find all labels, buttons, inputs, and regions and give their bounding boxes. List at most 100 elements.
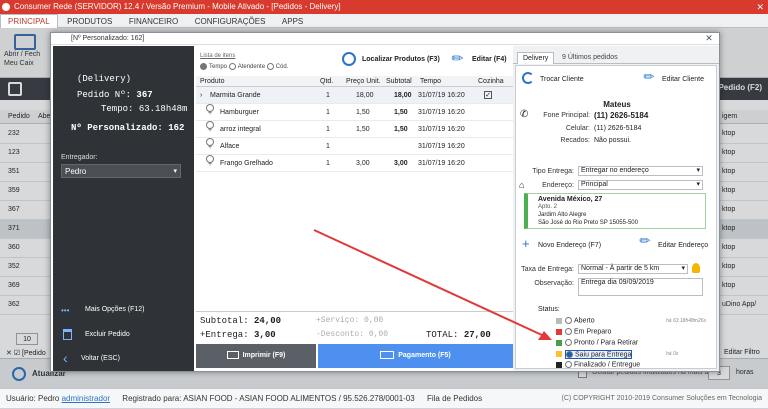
- status-user-link[interactable]: administrador: [62, 394, 110, 403]
- sort-radio-group: Tempo Atendente Cód.: [200, 63, 288, 70]
- order-number: Pedido Nº: 367: [77, 90, 153, 100]
- address-card[interactable]: Avenida México, 27 Apto. 2 Jardim Alto A…: [524, 193, 706, 229]
- items-table-header: Produto Qtd. Preço Unit. Subtotal Tempo …: [196, 76, 513, 87]
- item-name: Frango Grelhado: [220, 160, 273, 167]
- tab-delivery[interactable]: Delivery: [517, 52, 555, 64]
- item-subtotal: 1,50: [394, 126, 408, 133]
- status-radio[interactable]: Finalizado / Entregue: [565, 361, 640, 368]
- col-subtotal[interactable]: Subtotal: [386, 76, 412, 87]
- tab-ultimos-pedidos[interactable]: 9 Últimos pedidos: [557, 53, 623, 64]
- kitchen-checkbox[interactable]: ✓: [484, 91, 492, 99]
- col-cozinha[interactable]: Cozinha: [478, 76, 504, 87]
- payment-button[interactable]: Pagamento (F5): [318, 344, 513, 368]
- status-option[interactable]: Saiu para Entrega há 0s: [516, 349, 718, 360]
- status-radio[interactable]: Em Preparo: [565, 328, 611, 335]
- edit-item-button[interactable]: Editar (F4): [472, 56, 507, 63]
- moto-icon[interactable]: [692, 263, 700, 273]
- item-name: Marmita Grande: [210, 92, 261, 99]
- item-row[interactable]: + arroz integral 1 1,50 1,50 31/07/19 16:20: [196, 121, 513, 138]
- item-unit-price: 1,50: [356, 126, 370, 133]
- observation-field[interactable]: Entrega dia 09/09/2019: [578, 278, 703, 296]
- col-preco[interactable]: Preço Unit.: [346, 76, 381, 87]
- item-subtotal: 18,00: [394, 92, 412, 99]
- item-name: Hamburguer: [220, 109, 259, 116]
- col-qtd[interactable]: Qtd.: [320, 76, 333, 87]
- app-title: Consumer Rede (SERVIDOR) 12.4 / Versão P…: [14, 2, 341, 11]
- item-name: arroz integral: [220, 126, 261, 133]
- flag-icon: [556, 340, 562, 346]
- print-button[interactable]: Imprimir (F9): [196, 344, 316, 368]
- status-option[interactable]: Pronto / Para Retirar: [516, 338, 718, 349]
- status-queue[interactable]: Fila de Pedidos: [427, 394, 482, 403]
- address-line-1: Avenida México, 27: [538, 196, 603, 203]
- pencil-icon: ✎: [447, 48, 468, 68]
- chevron-down-icon: ▾: [681, 265, 685, 272]
- menu-produtos[interactable]: PRODUTOS: [60, 15, 119, 29]
- window-close-icon[interactable]: ✕: [756, 0, 764, 14]
- address-line-2: Apto. 2: [538, 204, 558, 210]
- flag-icon: [556, 362, 562, 368]
- item-qty: 1: [326, 126, 330, 133]
- status-option[interactable]: Aberto há 63.18h48m26s: [516, 316, 718, 327]
- col-tempo[interactable]: Tempo: [420, 76, 441, 87]
- status-radio[interactable]: Pronto / Para Retirar: [565, 339, 638, 346]
- edit-client-icon: ✎: [639, 67, 659, 86]
- item-unit-price: 3,00: [356, 160, 370, 167]
- status-radio[interactable]: Saiu para Entrega: [565, 350, 633, 360]
- status-option[interactable]: Em Preparo: [516, 327, 718, 338]
- status-label: Status:: [538, 306, 560, 313]
- delivery-content: Trocar Cliente ✎ Editar Cliente Mateus ✆…: [515, 65, 717, 369]
- edit-client-button[interactable]: Editar Cliente: [662, 76, 704, 83]
- menu-principal[interactable]: PRINCIPAL: [0, 14, 58, 29]
- status-radio[interactable]: Aberto: [565, 317, 595, 324]
- delete-order-button[interactable]: Excluir Pedido: [85, 331, 130, 338]
- menu-apps[interactable]: APPS: [275, 15, 310, 29]
- swap-client-button[interactable]: Trocar Cliente: [540, 76, 584, 83]
- courier-select[interactable]: Pedro ▾: [61, 164, 181, 178]
- delivery-type-label: Tipo Entrega:: [532, 168, 574, 175]
- flag-icon: [556, 329, 562, 335]
- more-options-button[interactable]: Mais Opções (F12): [85, 306, 145, 313]
- notes-label: Recados:: [560, 137, 590, 144]
- fee-label: Taxa de Entrega:: [521, 266, 574, 273]
- item-row[interactable]: + Alface 1 31/07/19 16:20: [196, 138, 513, 155]
- subtotal-row: Subtotal: 24,00: [200, 316, 282, 326]
- back-button[interactable]: Voltar (ESC): [81, 355, 120, 362]
- flag-icon: [556, 351, 562, 357]
- items-table-body: › Marmita Grande 1 18,00 18,00 31/07/19 16:20…: [196, 87, 513, 307]
- item-row[interactable]: › Marmita Grande 1 18,00 18,00 31/07/19 16:20…: [196, 87, 513, 104]
- total-row: TOTAL: 27,00: [426, 330, 491, 340]
- item-time: 31/07/19 16:20: [418, 92, 465, 99]
- dialog-close-icon[interactable]: ✕: [699, 33, 719, 45]
- menu-financeiro[interactable]: FINANCEIRO: [122, 15, 185, 29]
- delivery-type-select[interactable]: Entregar no endereço ▾: [578, 166, 703, 176]
- custom-number: Nº Personalizado: 162: [71, 123, 185, 133]
- order-time: Tempo: 63.18h48m: [101, 104, 188, 114]
- money-icon: [380, 351, 395, 360]
- item-row[interactable]: + Frango Grelhado 1 3,00 3,00 31/07/19 16:20: [196, 155, 513, 172]
- sort-radio-cod[interactable]: Cód.: [266, 63, 288, 70]
- status-user: Usuário: Pedro: [6, 394, 60, 403]
- edit-address-button[interactable]: Editar Endereço: [658, 242, 708, 249]
- status-time-note: há 63.18h48m26s: [666, 318, 707, 324]
- status-option[interactable]: Finalizado / Entregue: [516, 360, 718, 371]
- col-produto[interactable]: Produto: [200, 76, 225, 87]
- item-list-label: Lista de itens: [200, 53, 236, 59]
- delivery-panel: Delivery 9 Últimos pedidos Trocar Client…: [513, 46, 719, 371]
- sort-radio-tempo[interactable]: Tempo: [200, 63, 227, 70]
- expand-icon[interactable]: ›: [200, 87, 202, 104]
- app-logo-icon: [2, 3, 10, 11]
- fee-select[interactable]: Normal - À partir de 5 km ▾: [578, 264, 688, 274]
- delivery-fee-row: +Entrega: 3,00: [200, 330, 276, 340]
- status-list: Aberto há 63.18h48m26s Em Preparo Pronto / …: [516, 316, 718, 376]
- item-unit-price: 18,00: [356, 92, 374, 99]
- main-menu: PRINCIPAL PRODUTOS FINANCEIRO CONFIGURAÇ…: [0, 14, 768, 29]
- item-row[interactable]: + Hamburguer 1 1,50 1,50 31/07/19 16:20: [196, 104, 513, 121]
- courier-label: Entregador:: [61, 154, 98, 161]
- find-products-button[interactable]: Localizar Produtos (F3): [362, 56, 440, 63]
- swap-client-icon: [522, 72, 534, 84]
- address-select[interactable]: Principal ▾: [578, 180, 703, 190]
- new-address-button[interactable]: Novo Endereço (F7): [538, 242, 601, 249]
- menu-configuracoes[interactable]: CONFIGURAÇÕES: [188, 15, 273, 29]
- sort-radio-atendente[interactable]: Atendente: [228, 63, 265, 70]
